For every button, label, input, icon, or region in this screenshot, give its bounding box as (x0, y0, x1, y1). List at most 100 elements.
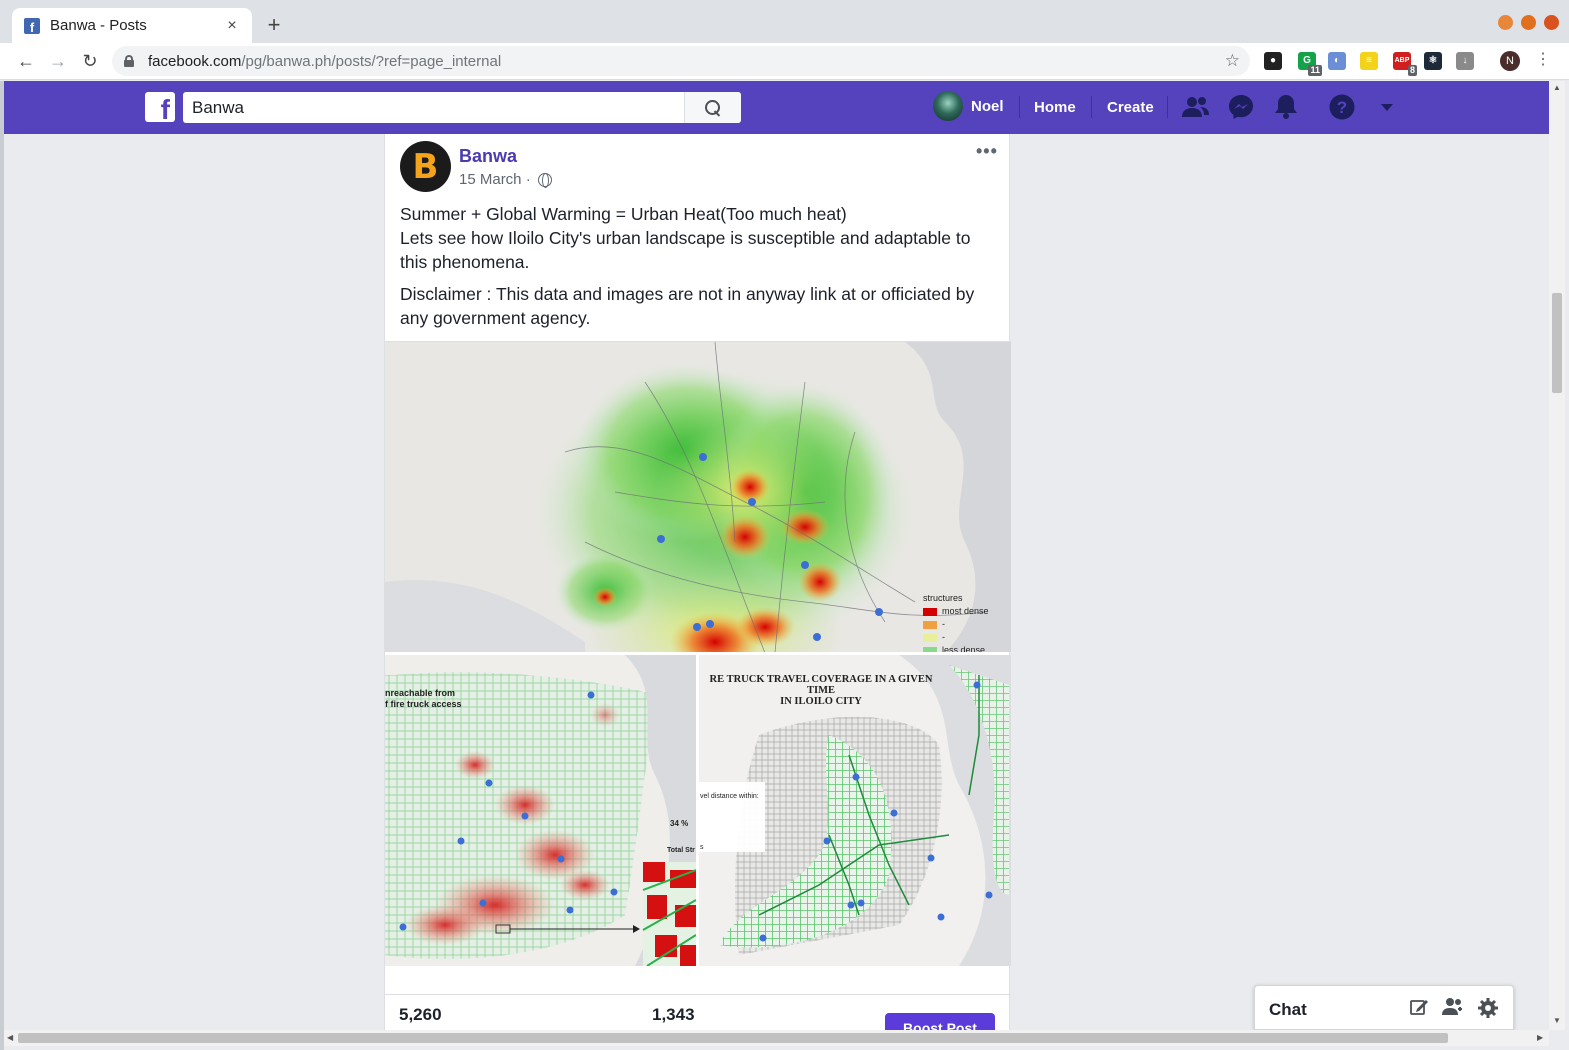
post-paragraph: Disclaimer : This data and images are no… (400, 284, 975, 328)
globe-icon (537, 172, 552, 188)
search-button[interactable] (684, 92, 741, 123)
vertical-scrollbar[interactable]: ▲ ▼ (1549, 81, 1565, 1030)
help-icon[interactable]: ? (1328, 93, 1356, 121)
facebook-logo-icon[interactable]: f (145, 92, 175, 122)
legend-label: - (942, 632, 945, 642)
post-engagement-count: 1,343 (652, 1005, 695, 1024)
legend-label: most dense (942, 606, 989, 616)
legend-item: less dense (923, 644, 989, 652)
divider (1167, 96, 1168, 118)
react-devtools-extension-icon[interactable]: ⚛ (1424, 52, 1442, 70)
post-options-icon[interactable]: ••• (976, 141, 998, 162)
map-legend-label: vel distance within: (700, 793, 759, 800)
browser-toolbar: ← → ↻ facebook.com /pg/banwa.ph/posts/?r… (0, 43, 1569, 80)
map-caption: nreachable from f fire truck access (385, 688, 462, 710)
divider (1091, 96, 1092, 118)
tab-close-icon[interactable]: × (224, 17, 240, 35)
user-name: Noel (971, 97, 1004, 115)
fire-truck-coverage-map-image[interactable]: RE TRUCK TRAVEL COVERAGE IN A GIVEN TIME… (699, 655, 1011, 966)
legend-title: structures (923, 593, 963, 603)
legend-item: - (923, 618, 989, 631)
chat-title: Chat (1269, 1000, 1307, 1019)
address-bar[interactable]: facebook.com /pg/banwa.ph/posts/?ref=pag… (112, 46, 1250, 76)
profile-avatar[interactable]: N (1500, 51, 1520, 71)
window-frame (0, 81, 4, 1050)
facebook-favicon-icon: f (24, 17, 40, 34)
maximize-window-button[interactable] (1521, 15, 1536, 30)
messenger-icon[interactable] (1227, 93, 1255, 121)
post-timestamp[interactable]: 15 March · (459, 171, 552, 188)
legend-item: most dense (923, 605, 989, 618)
chat-bar[interactable]: Chat (1254, 985, 1514, 1030)
legend-label: less dense (942, 645, 986, 652)
new-tab-button[interactable]: + (262, 13, 286, 37)
fire-access-map-image[interactable]: nreachable from f fire truck access 34 %… (385, 655, 696, 966)
page-name-link[interactable]: Banwa (459, 146, 517, 167)
page-avatar-letter: B (412, 146, 439, 187)
close-window-button[interactable] (1544, 15, 1559, 30)
github-extension-icon[interactable]: ● (1264, 52, 1282, 70)
post-card: B Banwa 15 March · ••• Summer + Global W… (384, 134, 1011, 1037)
sync-extension-icon[interactable]: ◐ (1328, 52, 1346, 70)
extension-badge: 11 (1308, 65, 1322, 76)
heatmap-legend: structures most dense - - less dense (923, 592, 989, 652)
post-reach-count: 5,260 (399, 1005, 442, 1024)
post-paragraph: Summer + Global Warming = Urban Heat(Too… (400, 204, 971, 272)
facebook-header: f Noel Home Create ? (4, 81, 1549, 134)
back-arrow-icon[interactable]: ← (13, 48, 39, 74)
heatmap-image-main[interactable]: structures most dense - - less dense (385, 341, 1011, 652)
grammarly-extension-icon[interactable]: G 11 (1298, 52, 1322, 76)
map-legend-label: s (700, 844, 704, 851)
map-total-label: Total Str (667, 847, 695, 854)
url-path: /pg/banwa.ph/posts/?ref=page_internal (241, 52, 502, 70)
scroll-left-icon[interactable]: ◀ (7, 1033, 13, 1042)
vertical-scroll-thumb[interactable] (1552, 293, 1562, 393)
map-title-line: RE TRUCK TRAVEL COVERAGE IN A GIVEN TIME (709, 674, 933, 696)
window-controls (1498, 15, 1559, 30)
account-dropdown-icon[interactable] (1373, 93, 1401, 121)
map-percent: 34 % (670, 819, 689, 828)
legend-label: - (942, 619, 945, 629)
browser-tab[interactable]: f Banwa - Posts × (12, 8, 252, 43)
url-host: facebook.com (148, 52, 242, 70)
download-extension-icon[interactable]: ↓ (1456, 52, 1474, 70)
horizontal-scrollbar[interactable]: ◀ ▶ (4, 1030, 1549, 1046)
chat-settings-gear-icon[interactable] (1477, 997, 1499, 1019)
page-avatar[interactable]: B (400, 141, 451, 192)
horizontal-scroll-thumb[interactable] (18, 1033, 1448, 1043)
map-caption-line: f fire truck access (385, 699, 462, 709)
divider (1019, 96, 1020, 118)
divider (385, 994, 1011, 995)
minimize-window-button[interactable] (1498, 15, 1513, 30)
adblock-extension-icon[interactable]: ABP 8 (1393, 52, 1417, 76)
search-box (183, 92, 741, 123)
user-profile-link[interactable]: Noel (933, 91, 1004, 121)
tab-title: Banwa - Posts (50, 17, 147, 34)
map-title: RE TRUCK TRAVEL COVERAGE IN A GIVEN TIME… (699, 674, 943, 707)
post-date: 15 March · (459, 171, 531, 188)
friend-requests-icon[interactable] (1182, 93, 1210, 121)
scroll-right-icon[interactable]: ▶ (1537, 1033, 1543, 1042)
map-caption-line: nreachable from (385, 688, 456, 698)
reload-icon[interactable]: ↻ (77, 48, 103, 74)
notes-extension-icon[interactable]: ≡ (1360, 52, 1378, 70)
legend-item: - (923, 631, 989, 644)
search-input[interactable] (183, 92, 684, 123)
map-title-line: IN ILOILO CITY (780, 696, 862, 707)
scroll-down-icon[interactable]: ▼ (1553, 1016, 1561, 1025)
extension-badge: 8 (1407, 65, 1417, 76)
lock-icon (124, 55, 134, 67)
forward-arrow-icon[interactable]: → (45, 48, 71, 74)
create-link[interactable]: Create (1107, 99, 1154, 116)
svg-text:?: ? (1337, 98, 1347, 117)
create-group-icon[interactable] (1442, 997, 1464, 1019)
home-link[interactable]: Home (1034, 99, 1076, 116)
notifications-bell-icon[interactable] (1272, 93, 1300, 121)
post-text: Summer + Global Warming = Urban Heat(Too… (400, 202, 996, 330)
new-message-icon[interactable] (1408, 997, 1430, 1019)
scroll-up-icon[interactable]: ▲ (1553, 83, 1561, 92)
bookmark-star-icon[interactable]: ☆ (1225, 51, 1240, 71)
browser-menu-icon[interactable]: ⋮ (1535, 49, 1551, 69)
search-icon (705, 99, 721, 116)
user-avatar (933, 91, 963, 121)
